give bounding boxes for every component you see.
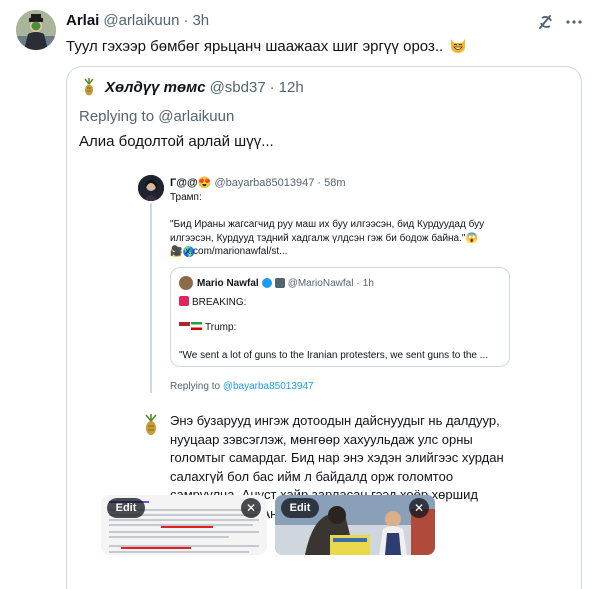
grinning-cat-emoji <box>451 39 466 53</box>
more-icon[interactable] <box>564 12 584 32</box>
remove-image-button[interactable]: ✕ <box>409 498 429 518</box>
doc-text-line <box>109 551 249 553</box>
inner-quote-name: Mario Nawfal <box>197 277 259 289</box>
iran-flag-icon <box>191 322 202 330</box>
doc-text-line <box>109 531 259 533</box>
inner-quote-line3: "We sent a lot of guns to the Iranian pr… <box>179 350 489 361</box>
affiliation-icon <box>274 278 285 288</box>
tweet-header: Arlai @arlaikuun · 3h <box>66 12 209 29</box>
screenshot-separator: · <box>317 177 322 189</box>
tweet-text: Туул гэхээр бөмбөг ярьцанч шаажаах шиг э… <box>66 36 467 57</box>
inner-quote-avatar <box>179 276 193 290</box>
tweet-time[interactable]: 3h <box>192 12 209 29</box>
quote-replying-to: Replying to @arlaikuun <box>79 108 234 125</box>
remove-image-button[interactable]: ✕ <box>241 498 261 518</box>
inner-quote-line2: Trump: <box>179 322 236 333</box>
edit-image-button[interactable]: Edit <box>107 498 145 518</box>
grok-icon[interactable] <box>536 12 556 32</box>
attached-image-photo[interactable]: Edit ✕ <box>275 495 435 555</box>
thread-line <box>150 203 152 393</box>
us-flag-icon <box>179 322 190 330</box>
screenshot-reply-avatar <box>138 412 164 438</box>
header-separator: · <box>183 12 189 29</box>
inner-quote-line1: BREAKING: <box>179 296 246 308</box>
edit-image-button[interactable]: Edit <box>281 498 319 518</box>
doc-underline <box>161 526 213 528</box>
screenshot-name: Г@@😍 <box>170 177 212 189</box>
siren-icon <box>179 296 189 306</box>
screenshot-replying-to: Replying to @bayarba85013947 <box>170 381 314 392</box>
inner-quote-header: Mario Nawfal @MarioNawfal · 1h <box>179 276 374 290</box>
quote-avatar[interactable] <box>79 77 99 97</box>
screenshot-avatar <box>138 175 164 201</box>
inner-quote-handle: @MarioNawfal <box>287 277 354 289</box>
doc-underline <box>121 547 191 549</box>
quote-time: 12h <box>278 78 304 96</box>
screenshot-replying-handle: @bayarba85013947 <box>222 381 314 392</box>
replying-handle[interactable]: @arlaikuun <box>158 108 234 125</box>
screenshot-header: Г@@😍 @bayarba85013947 · 58m <box>170 176 346 189</box>
screenshot-handle: @bayarba85013947 <box>214 177 315 189</box>
tweet[interactable]: Arlai @arlaikuun · 3h Туул гэхээр бөмбөг… <box>0 0 598 589</box>
author-name[interactable]: Arlai <box>66 12 99 29</box>
quote-header: Хөлдүү төмс @sbd37 · 12h <box>79 77 304 97</box>
tweet-text-content: Туул гэхээр бөмбөг ярьцанч шаажаах шиг э… <box>66 38 444 55</box>
quote-author-name[interactable]: Хөлдүү төмс <box>105 79 206 96</box>
screenshot-link: 🎥 x.com/marionawfal/st... <box>170 246 288 257</box>
inner-quote-trump: Trump: <box>205 322 237 333</box>
attached-image-document[interactable]: Edit ✕ <box>101 495 267 555</box>
inner-quote-time: 1h <box>362 277 374 289</box>
verified-badge-icon <box>261 278 272 288</box>
doc-text-line <box>109 519 259 521</box>
inner-quote-separator: · <box>356 277 360 289</box>
author-handle[interactable]: @arlaikuun <box>103 12 179 29</box>
author-avatar[interactable] <box>16 10 56 50</box>
quote-author-handle[interactable]: @sbd37 <box>210 79 266 96</box>
quote-text: Алиа бодолтой арлай шүү... <box>79 133 274 150</box>
doc-text-line <box>109 536 229 538</box>
inner-quote-breaking: BREAKING: <box>192 297 247 308</box>
screenshot-time: 58m <box>324 177 346 189</box>
screenshot-subtitle: Трамп: <box>170 192 202 203</box>
screenshot-inner-quote: Mario Nawfal @MarioNawfal · 1h BREAKING:… <box>170 267 510 367</box>
quote-separator: · <box>269 78 275 96</box>
quoted-tweet[interactable]: Хөлдүү төмс @sbd37 · 12h Replying to @ar… <box>66 66 582 589</box>
screenshot-replying-prefix: Replying to <box>170 381 221 392</box>
replying-prefix: Replying to <box>79 108 155 125</box>
